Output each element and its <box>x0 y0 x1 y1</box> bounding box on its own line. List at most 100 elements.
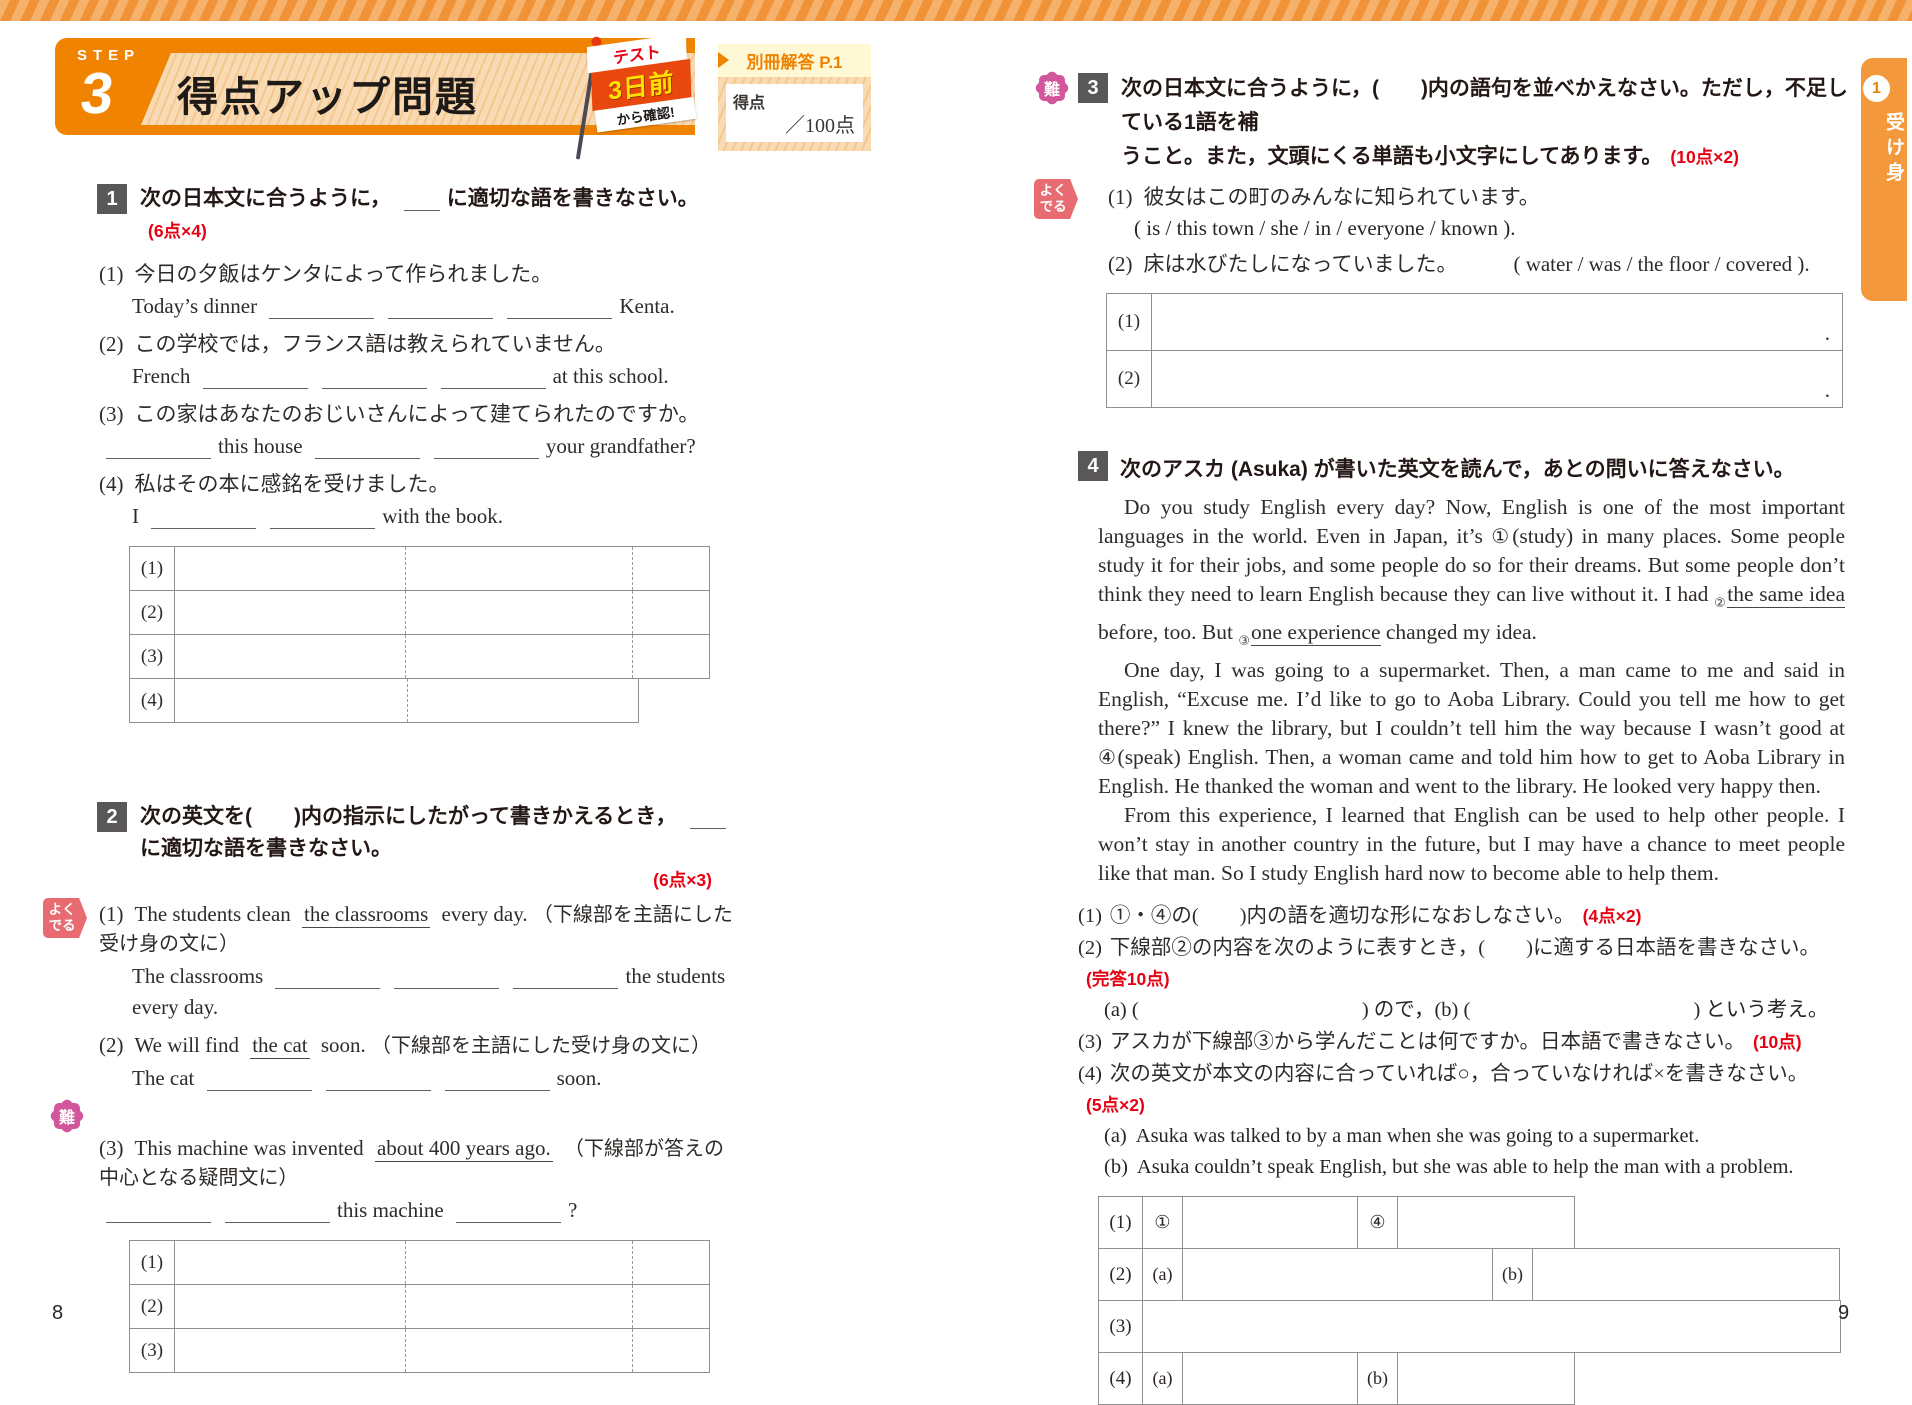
row-label: (1) <box>130 1241 175 1284</box>
word-tokens: ( is / this town / she / in / everyone /… <box>1134 216 1516 240</box>
q1-item-2: (2) この学校では，フランス語は教えられていません。 French at thi… <box>99 330 735 392</box>
answer-cell <box>1182 1196 1358 1249</box>
question-1-items: (1) 今日の夕飯はケンタによって作られました。 Today’s dinner K… <box>99 260 735 532</box>
fill-in-blank <box>321 367 427 389</box>
fill-in-blank <box>106 1201 211 1223</box>
question-1-badge: 1 <box>97 184 127 214</box>
fill-in-blank <box>151 507 257 529</box>
item-japanese: この家はあなたのおじいさんによって建てられたのですか。 <box>134 402 700 426</box>
item-japanese: この学校では，フランス語は教えられていません。 <box>134 332 616 356</box>
item-number: (4) <box>99 472 124 496</box>
q4-sub-4: (4) 次の英文が本文の内容に合っていれば○，合っていなければ×を書きなさい。(5… <box>1078 1063 1809 1115</box>
table-row: (2) <box>129 590 710 635</box>
item-japanese: 私はその本に感銘を受けました。 <box>134 472 450 496</box>
item-english: French at this school. <box>132 364 669 389</box>
table-row-2: (2) (a) (b) <box>1098 1248 1848 1301</box>
row-label: (2) <box>1098 1248 1143 1301</box>
question-1-header: 1 次の日本文に合うように， に適切な語を書きなさい。 (6点×4) <box>97 183 735 247</box>
page-title: 得点アップ問題 <box>177 74 478 120</box>
score-box-wrap: 得点 ／100点 <box>718 77 871 151</box>
row-label: (1) <box>130 547 175 590</box>
q4-sub-4a: (a) Asuka was talked to by a man when she… <box>1104 1125 1700 1147</box>
q2-item-1: よくでる (1) The students clean the classroom… <box>43 898 735 1023</box>
q4-sub-4b: (b) Asuka couldn’t speak English, but she… <box>1104 1156 1794 1178</box>
q3-item-2: (2) 床は水びたしになっていました。 ( water / was / the fl… <box>1108 250 1848 278</box>
item-sentence: The students clean the classrooms every … <box>99 902 733 955</box>
row-label: (2) <box>130 1285 175 1328</box>
sub-label: (a) <box>1142 1248 1183 1301</box>
question-4-prompt: 次のアスカ (Asuka) が書いた英文を読んで，あとの問いに答えなさい。 <box>1120 458 1795 481</box>
item-japanese: 今日の夕飯はケンタによって作られました。 <box>134 262 553 286</box>
q2-answer-table: (1) (2) (3) <box>129 1240 710 1373</box>
answer-cell: . <box>1824 378 1830 402</box>
answer-cell <box>175 591 709 634</box>
fill-in-blank <box>275 967 381 989</box>
q1-item-4: (4) 私はその本に感銘を受けました。 I with the book. <box>99 470 735 532</box>
row-label: (2) <box>1107 351 1152 407</box>
answer-cell <box>1397 1196 1575 1249</box>
q4-sub-3: (3) アスカが下線部③から学んだことは何ですか。日本語で書きなさい。 (10点) <box>1078 1031 1802 1053</box>
question-4-badge: 4 <box>1078 451 1108 481</box>
question-4: 4 次のアスカ (Asuka) が書いた英文を読んで，あとの問いに答えなさい。 … <box>1078 450 1848 1405</box>
sub-label: (b) <box>1492 1248 1533 1301</box>
fill-in-blank <box>507 297 613 319</box>
row-label: (3) <box>130 1329 175 1372</box>
fill-in-blank <box>106 437 211 459</box>
flag-body: テスト 3日前 から確認! <box>586 33 697 133</box>
question-3-badge: 3 <box>1078 73 1108 103</box>
table-row-4: (4) (a) (b) <box>1098 1352 1848 1405</box>
difficult-badge: 難 <box>51 1100 83 1132</box>
row-label: (3) <box>130 635 175 678</box>
question-1-prompt: 次の日本文に合うように， に適切な語を書きなさい。 (6点×4) <box>140 187 699 241</box>
passage-paragraph-3: From this experience, I learned that Eng… <box>1098 803 1845 885</box>
table-row: (3) <box>129 1328 710 1373</box>
answer-cell <box>175 547 709 590</box>
fill-in-blank <box>394 967 500 989</box>
question-3-prompt-line1: 次の日本文に合うように，( )内の語句を並べかえなさい。ただし，不足している1語… <box>1121 77 1848 134</box>
question-3-header: 3 次の日本文に合うように，( )内の語句を並べかえなさい。ただし，不足している… <box>1078 72 1848 174</box>
fill-in-blank <box>270 507 376 529</box>
fill-in-blank <box>202 367 308 389</box>
fill-in-blank <box>433 437 539 459</box>
score-area: 別冊解答 P.1 得点 ／100点 <box>718 44 871 151</box>
q2-item-2: (2) We will find the cat soon. （下線部を主語にした… <box>99 1031 735 1094</box>
item-number: (1) <box>1108 185 1133 209</box>
fill-in-blank <box>403 189 440 211</box>
item-number: (2) <box>99 1033 124 1057</box>
fill-in-blank <box>388 297 494 319</box>
row-label: (1) <box>1107 294 1152 350</box>
question-2-header: 2 次の英文を( )内の指示にしたがって書きかえるとき， に適切な語を書きなさい… <box>97 801 735 865</box>
answer-cell <box>1532 1248 1840 1301</box>
fill-in-blank <box>689 807 726 829</box>
question-2-points: (6点×3) <box>653 870 712 890</box>
yokuderu-badge: よくでる <box>43 898 87 938</box>
q4-sub-2-frame: (a) ( ) ので，(b) ( ) という考え。 <box>1104 999 1829 1021</box>
question-2-prompt: 次の英文を( )内の指示にしたがって書きかえるとき， に適切な語を書きなさい。 <box>140 801 735 865</box>
question-1: 1 次の日本文に合うように， に適切な語を書きなさい。 (6点×4) (1) 今日… <box>55 183 735 723</box>
item-english: Today’s dinner Kenta. <box>132 294 675 319</box>
item-number: (2) <box>99 332 124 356</box>
q4-sub-2: (2) 下線部②の内容を次のように表すとき，( )に適する日本語を書きなさい。(完… <box>1078 937 1820 989</box>
table-row: (1) <box>129 546 710 591</box>
table-row: (3) <box>129 634 710 679</box>
item-japanese: 床は水びたしになっていました。 <box>1143 252 1458 276</box>
question-4-header: 4 次のアスカ (Asuka) が書いた英文を読んで，あとの問いに答えなさい。 <box>1078 450 1848 483</box>
item-number: (1) <box>99 902 124 926</box>
row-label: (2) <box>130 591 175 634</box>
reading-passage: Do you study English every day? Now, Eng… <box>1098 493 1845 888</box>
sub-label: (a) <box>1142 1352 1183 1405</box>
table-row: (1) <box>129 1240 710 1285</box>
item-rewrite: this machine ? <box>99 1195 735 1226</box>
table-row: (2) <box>129 1284 710 1329</box>
fill-in-blank <box>206 1069 312 1091</box>
answer-cell <box>175 679 638 722</box>
passage-paragraph-2: One day, I was going to a supermarket. T… <box>1098 658 1845 798</box>
item-english: this house your grandfather? <box>99 431 735 462</box>
fill-in-blank <box>325 1069 431 1091</box>
right-page: 難 3 次の日本文に合うように，( )内の語句を並べかえなさい。ただし，不足して… <box>1034 72 1848 1405</box>
item-number: (3) <box>99 402 124 426</box>
answer-cell <box>1182 1352 1358 1405</box>
answer-cell <box>1397 1352 1575 1405</box>
fill-in-blank <box>314 437 420 459</box>
page-number-left: 8 <box>52 1302 64 1324</box>
